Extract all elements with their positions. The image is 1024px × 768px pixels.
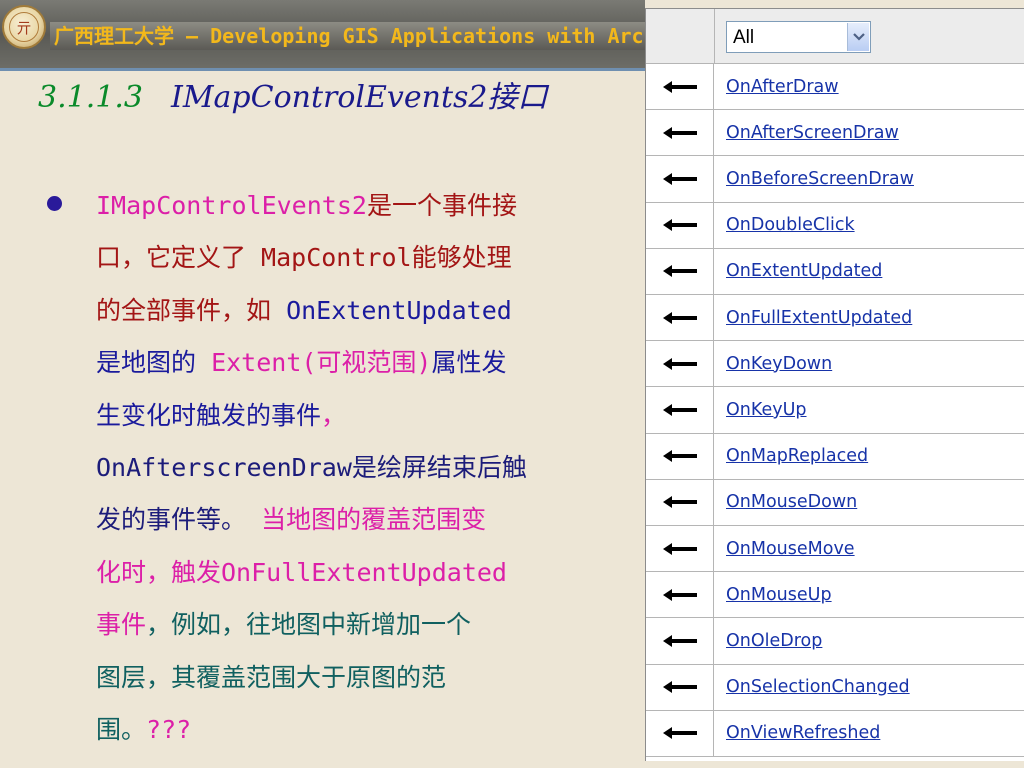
event-link[interactable]: OnOleDrop bbox=[726, 618, 822, 663]
header-arrow-column bbox=[646, 9, 715, 63]
event-row: OnBeforeScreenDraw bbox=[646, 156, 1024, 203]
section-heading: 3.1.1.3 IMapControlEvents2接口 bbox=[38, 76, 638, 120]
event-link[interactable]: OnAfterDraw bbox=[726, 64, 839, 109]
events-list-panel: All OnAfterDraw OnAfterScreenDraw OnBefore… bbox=[645, 8, 1024, 761]
left-arrow-icon bbox=[646, 618, 714, 664]
event-link[interactable]: OnSelectionChanged bbox=[726, 665, 910, 710]
event-row: OnAfterScreenDraw bbox=[646, 110, 1024, 157]
event-filter-value: All bbox=[733, 27, 755, 48]
left-arrow-icon bbox=[646, 526, 714, 572]
logo-glyph: 亓 bbox=[9, 12, 39, 42]
left-arrow-icon bbox=[646, 202, 714, 248]
bullet-line: 事件，例如，往地图中新增加一个 bbox=[96, 599, 636, 651]
bullet-text-segment: ， bbox=[321, 400, 347, 430]
bullet-line: 口，它定义了 MapControl能够处理 bbox=[96, 232, 636, 284]
event-link[interactable]: OnMouseUp bbox=[726, 572, 832, 617]
event-row: OnMouseUp bbox=[646, 572, 1024, 619]
left-arrow-icon bbox=[646, 248, 714, 294]
bullet-line: 的全部事件，如 OnExtentUpdated bbox=[96, 285, 636, 337]
event-row: OnMapReplaced bbox=[646, 433, 1024, 480]
event-row: OnFullExtentUpdated bbox=[646, 295, 1024, 342]
bullet-text-segment: ，例如，往地图中新增加一个 bbox=[146, 610, 472, 640]
university-logo: 亓 bbox=[2, 5, 46, 49]
event-link[interactable]: OnKeyUp bbox=[726, 387, 807, 432]
bullet-line: OnAfterscreenDraw是绘屏结束后触 bbox=[96, 442, 636, 494]
event-link[interactable]: OnAfterScreenDraw bbox=[726, 110, 899, 155]
section-title: IMapControlEvents2接口 bbox=[170, 80, 548, 115]
bullet-paragraph: IMapControlEvents2是一个事件接口，它定义了 MapContro… bbox=[96, 180, 636, 756]
event-link[interactable]: OnDoubleClick bbox=[726, 203, 855, 248]
event-row: OnMouseDown bbox=[646, 479, 1024, 526]
bullet-text-segment: 事件 bbox=[96, 610, 147, 640]
event-link[interactable]: OnMapReplaced bbox=[726, 434, 868, 479]
bullet-line: 化时，触发OnFullExtentUpdated bbox=[96, 547, 636, 599]
left-arrow-icon bbox=[646, 341, 714, 387]
left-arrow-icon bbox=[646, 433, 714, 479]
bullet-text-segment: 口，它定义了 MapControl能够处理 bbox=[96, 243, 512, 273]
event-filter-select[interactable]: All bbox=[726, 21, 871, 53]
bullet-text-segment: Extent(可视范围) bbox=[211, 348, 432, 378]
bullet-line: IMapControlEvents2是一个事件接 bbox=[96, 180, 636, 232]
header-divider bbox=[0, 68, 645, 71]
bullet-text-segment: 生变化时触发的事件 bbox=[96, 400, 322, 430]
bullet-line: 生变化时触发的事件， bbox=[96, 390, 636, 442]
left-arrow-icon bbox=[646, 710, 714, 756]
bullet-text-segment: 的全部事件，如 bbox=[96, 295, 287, 325]
event-link[interactable]: OnMouseDown bbox=[726, 480, 857, 525]
event-row: OnSelectionChanged bbox=[646, 664, 1024, 711]
event-row: OnExtentUpdated bbox=[646, 248, 1024, 295]
bullet-text-segment: 是地图的 bbox=[96, 348, 212, 378]
events-list-header: All bbox=[646, 9, 1024, 64]
section-number: 3.1.1.3 bbox=[38, 80, 143, 115]
bullet-line: 围。??? bbox=[96, 704, 636, 756]
left-arrow-icon bbox=[646, 64, 714, 110]
bullet-text-segment: 是一个事件接 bbox=[366, 191, 517, 220]
left-arrow-icon bbox=[646, 387, 714, 433]
header-bar: 亓 广西理工大学 — Developing GIS Applications w… bbox=[0, 0, 645, 70]
bullet-text-segment: OnExtentUpdated bbox=[286, 295, 512, 325]
event-link[interactable]: OnFullExtentUpdated bbox=[726, 295, 912, 340]
bullet-line: 发的事件等。 当地图的覆盖范围变 bbox=[96, 494, 636, 546]
header-title: 广西理工大学 — Developing GIS Applications wit… bbox=[54, 24, 644, 48]
event-row: OnAfterDraw bbox=[646, 64, 1024, 111]
left-arrow-icon bbox=[646, 110, 714, 156]
bullet-text-segment: 图层，其覆盖范围大于原图的范 bbox=[96, 662, 447, 692]
bullet-line: 是地图的 Extent(可视范围)属性发 bbox=[96, 337, 636, 389]
bullet-text-segment: 当地图的覆盖范围变 bbox=[261, 505, 487, 535]
bullet-icon bbox=[47, 196, 62, 211]
left-arrow-icon bbox=[646, 156, 714, 202]
left-arrow-icon bbox=[646, 479, 714, 525]
left-arrow-icon bbox=[646, 572, 714, 618]
chevron-down-icon[interactable] bbox=[847, 23, 869, 51]
event-link[interactable]: OnMouseMove bbox=[726, 526, 855, 571]
event-link[interactable]: OnViewRefreshed bbox=[726, 711, 880, 756]
event-row: OnKeyUp bbox=[646, 387, 1024, 434]
event-row: OnKeyDown bbox=[646, 341, 1024, 388]
bullet-text-segment: 属性发 bbox=[431, 348, 507, 378]
event-link[interactable]: OnBeforeScreenDraw bbox=[726, 156, 914, 201]
bullet-text-segment: 围。 bbox=[96, 714, 147, 744]
bullet-text-segment: IMapControlEvents2 bbox=[96, 191, 367, 220]
event-row: OnDoubleClick bbox=[646, 202, 1024, 249]
event-link[interactable]: OnExtentUpdated bbox=[726, 249, 882, 294]
bullet-line: 图层，其覆盖范围大于原图的范 bbox=[96, 652, 636, 704]
bullet-text-segment: 化时，触发OnFullExtentUpdated bbox=[96, 557, 507, 587]
bullet-text-segment: 发的事件等。 bbox=[96, 505, 262, 535]
event-row: OnOleDrop bbox=[646, 618, 1024, 665]
bullet-text-segment: OnAfterscreenDraw是绘屏结束后触 bbox=[96, 452, 527, 482]
event-row: OnMouseMove bbox=[646, 526, 1024, 573]
left-arrow-icon bbox=[646, 295, 714, 341]
event-row: OnViewRefreshed bbox=[646, 710, 1024, 757]
event-link[interactable]: OnKeyDown bbox=[726, 341, 832, 386]
bullet-text-segment: ??? bbox=[146, 714, 192, 744]
left-arrow-icon bbox=[646, 664, 714, 710]
